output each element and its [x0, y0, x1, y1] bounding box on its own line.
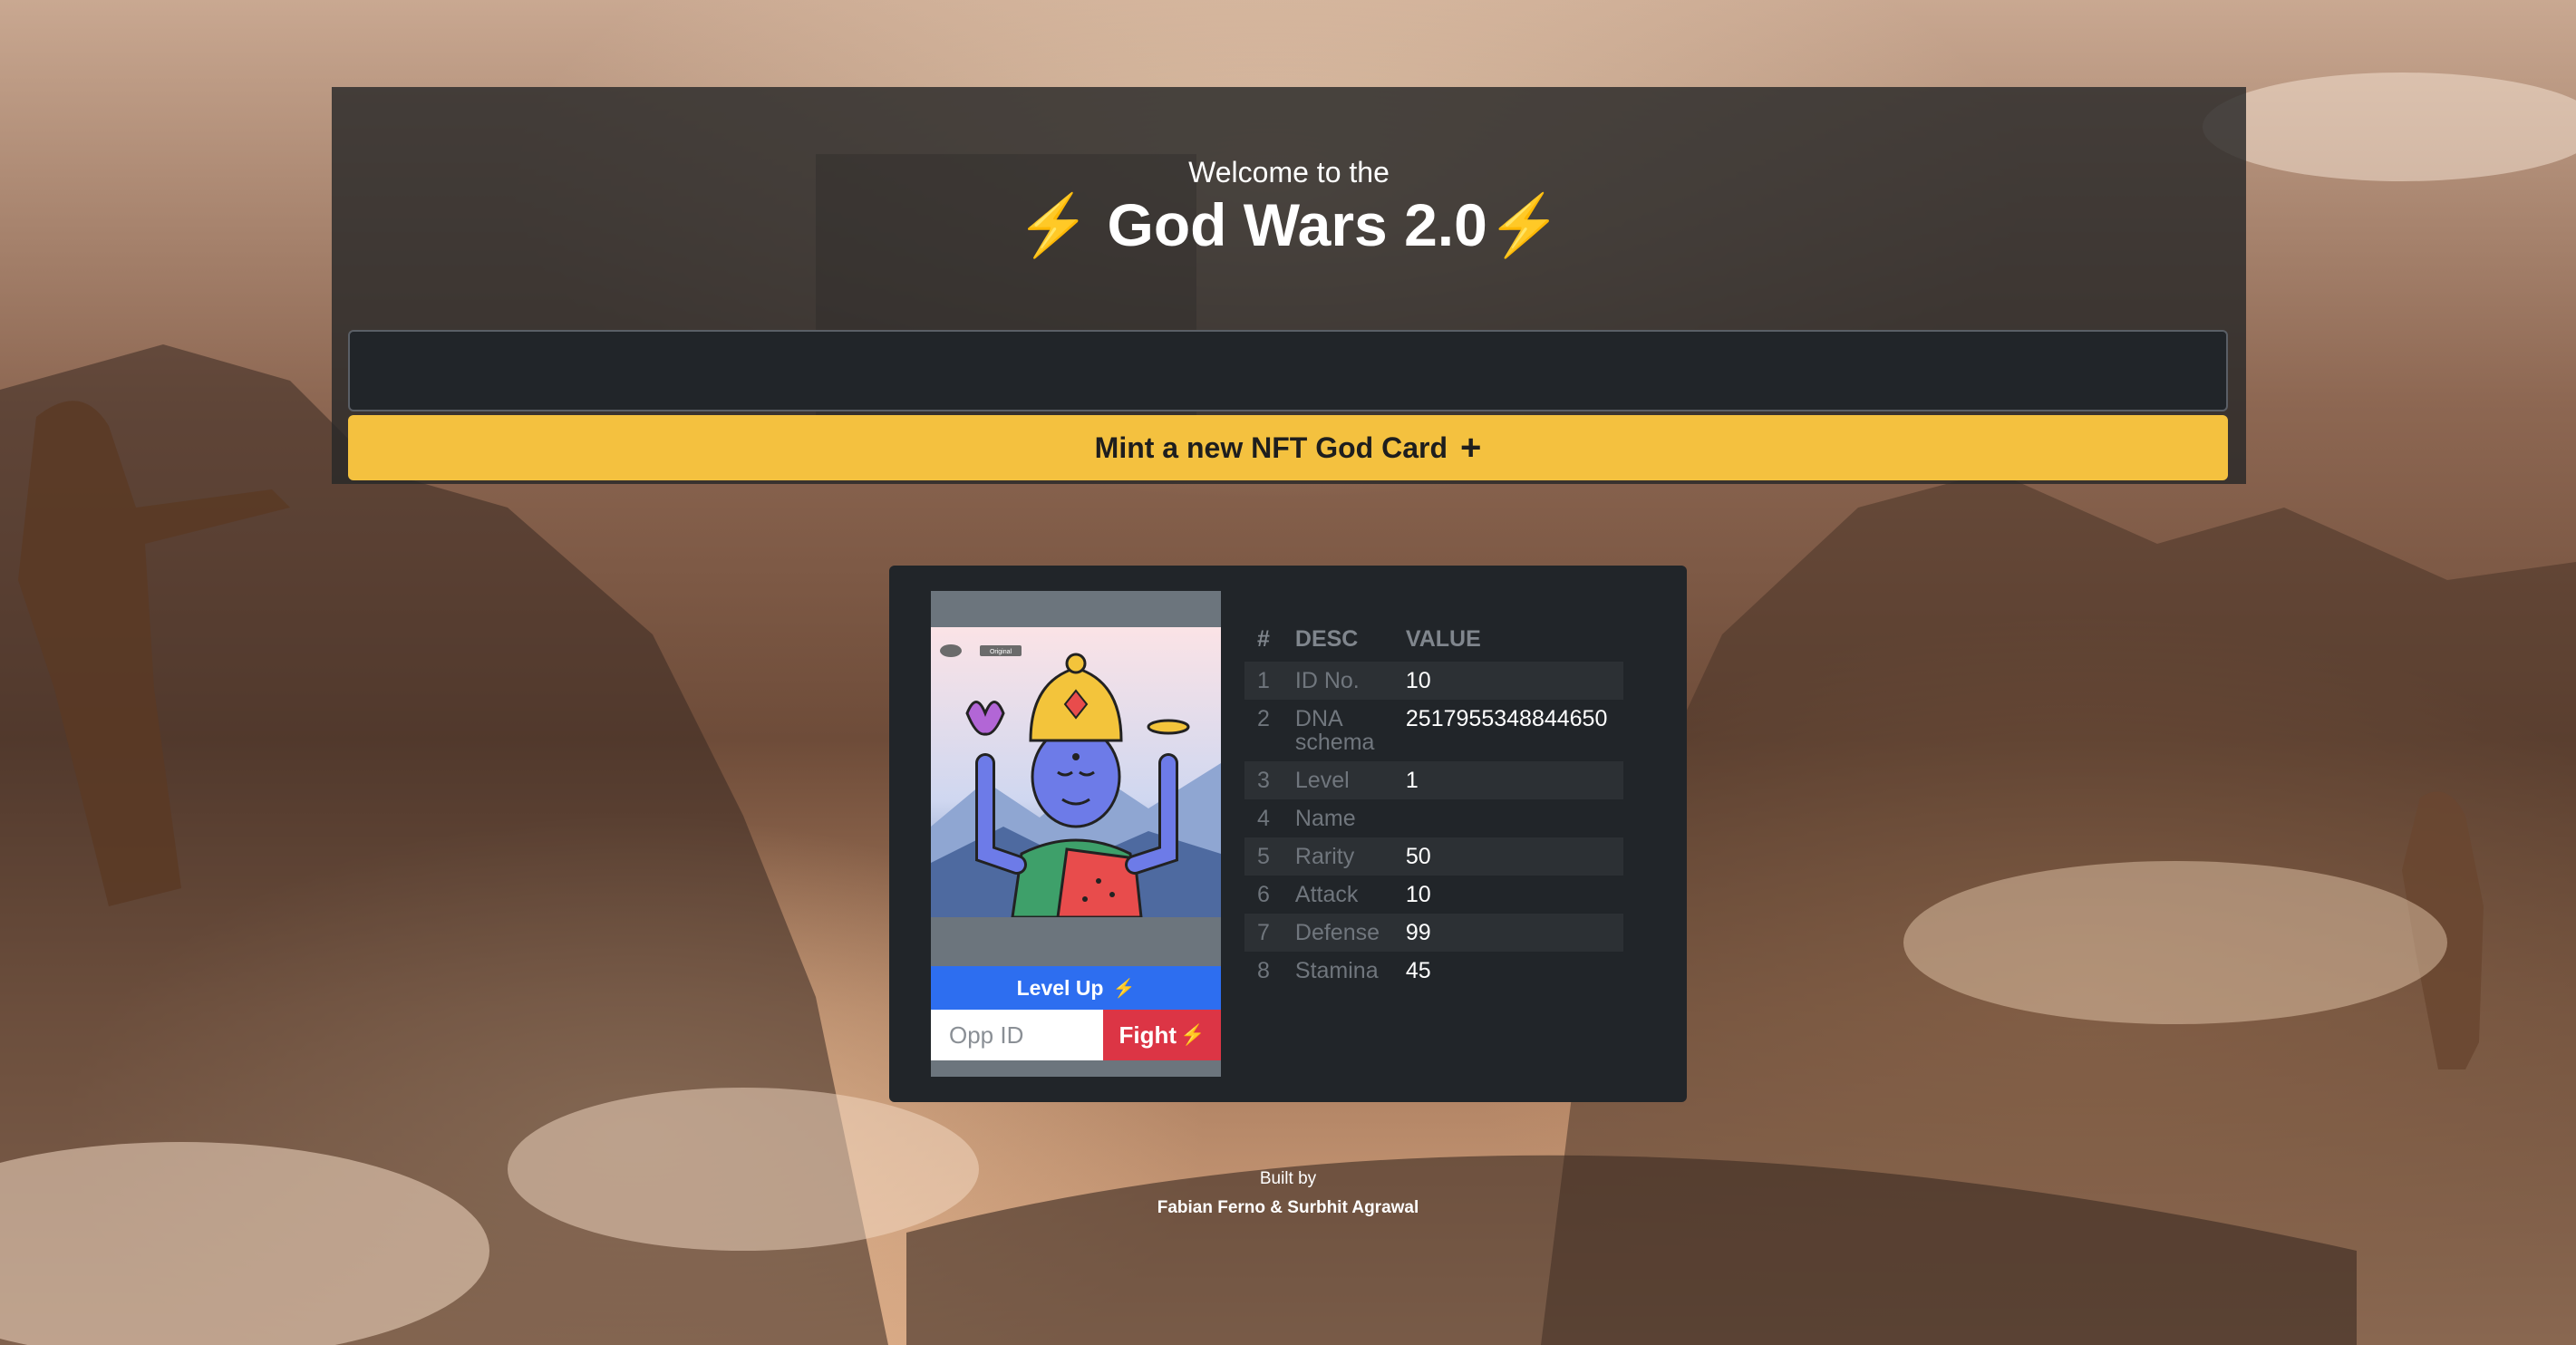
table-row: 8 Stamina 45 — [1244, 952, 1623, 990]
row-index: 1 — [1257, 668, 1270, 693]
row-value: 45 — [1405, 958, 1431, 983]
god-card-image: Original — [931, 627, 1221, 917]
table-row: 6 Attack 10 — [1244, 876, 1623, 914]
row-desc: DNA schema — [1294, 706, 1375, 755]
row-desc: Rarity — [1294, 844, 1355, 869]
table-row: 1 ID No. 10 — [1244, 662, 1623, 700]
hero-header: Welcome to the ⚡ God Wars 2.0⚡ Mint a ne… — [332, 87, 2246, 484]
built-by-text: Built by — [1259, 1169, 1317, 1188]
plus-icon: + — [1459, 428, 1482, 468]
title-text: God Wars 2.0 — [1107, 191, 1487, 258]
row-value: 1 — [1405, 768, 1419, 793]
cloud — [1903, 861, 2447, 1024]
row-index: 2 — [1257, 706, 1270, 731]
table-row: 7 Defense 99 — [1244, 914, 1623, 952]
authors-text: Fabian Ferno & Surbhit Agrawal — [1157, 1198, 1419, 1217]
table-row: 3 Level 1 — [1244, 761, 1623, 799]
fight-label: Fight — [1119, 1021, 1177, 1049]
lightning-icon: ⚡ — [1015, 191, 1091, 258]
lightning-icon: ⚡ — [1180, 1023, 1206, 1046]
mint-button[interactable]: Mint a new NFT God Card + — [348, 415, 2228, 480]
footer: Built by Fabian Ferno & Surbhit Agrawal — [0, 1169, 2576, 1218]
row-index: 5 — [1257, 844, 1270, 869]
nft-card: Original Level Up ⚡ Opp ID Fight ⚡ — [931, 591, 1221, 1077]
image-badge-text: Original — [990, 649, 1012, 655]
row-value: 50 — [1405, 844, 1431, 869]
column-header-value: VALUE — [1405, 625, 1481, 652]
row-value: 99 — [1405, 920, 1431, 945]
row-index: 6 — [1257, 882, 1270, 907]
welcome-text: Welcome to the — [1188, 156, 1390, 189]
opponent-id-input[interactable] — [931, 1010, 1103, 1060]
row-desc: ID No. — [1294, 668, 1360, 693]
cloud — [2203, 73, 2576, 181]
page-title: ⚡ God Wars 2.0⚡ — [332, 190, 2246, 261]
fight-button[interactable]: Fight ⚡ — [1103, 1010, 1221, 1060]
column-header-desc: DESC — [1294, 625, 1359, 652]
table-row: 4 Name — [1244, 799, 1623, 837]
row-index: 3 — [1257, 768, 1270, 793]
table-row: 5 Rarity 50 — [1244, 837, 1623, 876]
stats-table: # DESC VALUE 1 ID No. 10 2 DNA schema 25… — [1244, 616, 1623, 990]
nft-card-panel: Original Level Up ⚡ Opp ID Fight ⚡ # DES… — [889, 566, 1687, 1102]
deity-illustration: Original — [931, 627, 1221, 917]
row-value: 10 — [1405, 668, 1431, 693]
table-row: 2 DNA schema 2517955348844650 — [1244, 700, 1623, 761]
mint-button-label: Mint a new NFT God Card — [1094, 431, 1448, 464]
level-up-label: Level Up — [1016, 975, 1104, 1000]
stats-header-row: # DESC VALUE — [1244, 616, 1623, 662]
row-desc: Attack — [1294, 882, 1359, 907]
row-value: 10 — [1405, 882, 1431, 907]
column-header-index: # — [1257, 625, 1270, 652]
row-index: 8 — [1257, 958, 1270, 983]
row-index: 7 — [1257, 920, 1270, 945]
row-value — [1393, 799, 1623, 837]
row-desc: Stamina — [1294, 958, 1379, 983]
level-up-button[interactable]: Level Up ⚡ — [931, 966, 1221, 1010]
row-desc: Defense — [1294, 920, 1380, 945]
row-value: 2517955348844650 — [1405, 706, 1608, 731]
mint-name-input[interactable] — [348, 330, 2228, 411]
lightning-icon: ⚡ — [1112, 978, 1136, 999]
lightning-icon: ⚡ — [1487, 191, 1563, 258]
row-index: 4 — [1257, 806, 1270, 831]
row-desc: Level — [1294, 768, 1350, 793]
row-desc: Name — [1294, 806, 1356, 831]
